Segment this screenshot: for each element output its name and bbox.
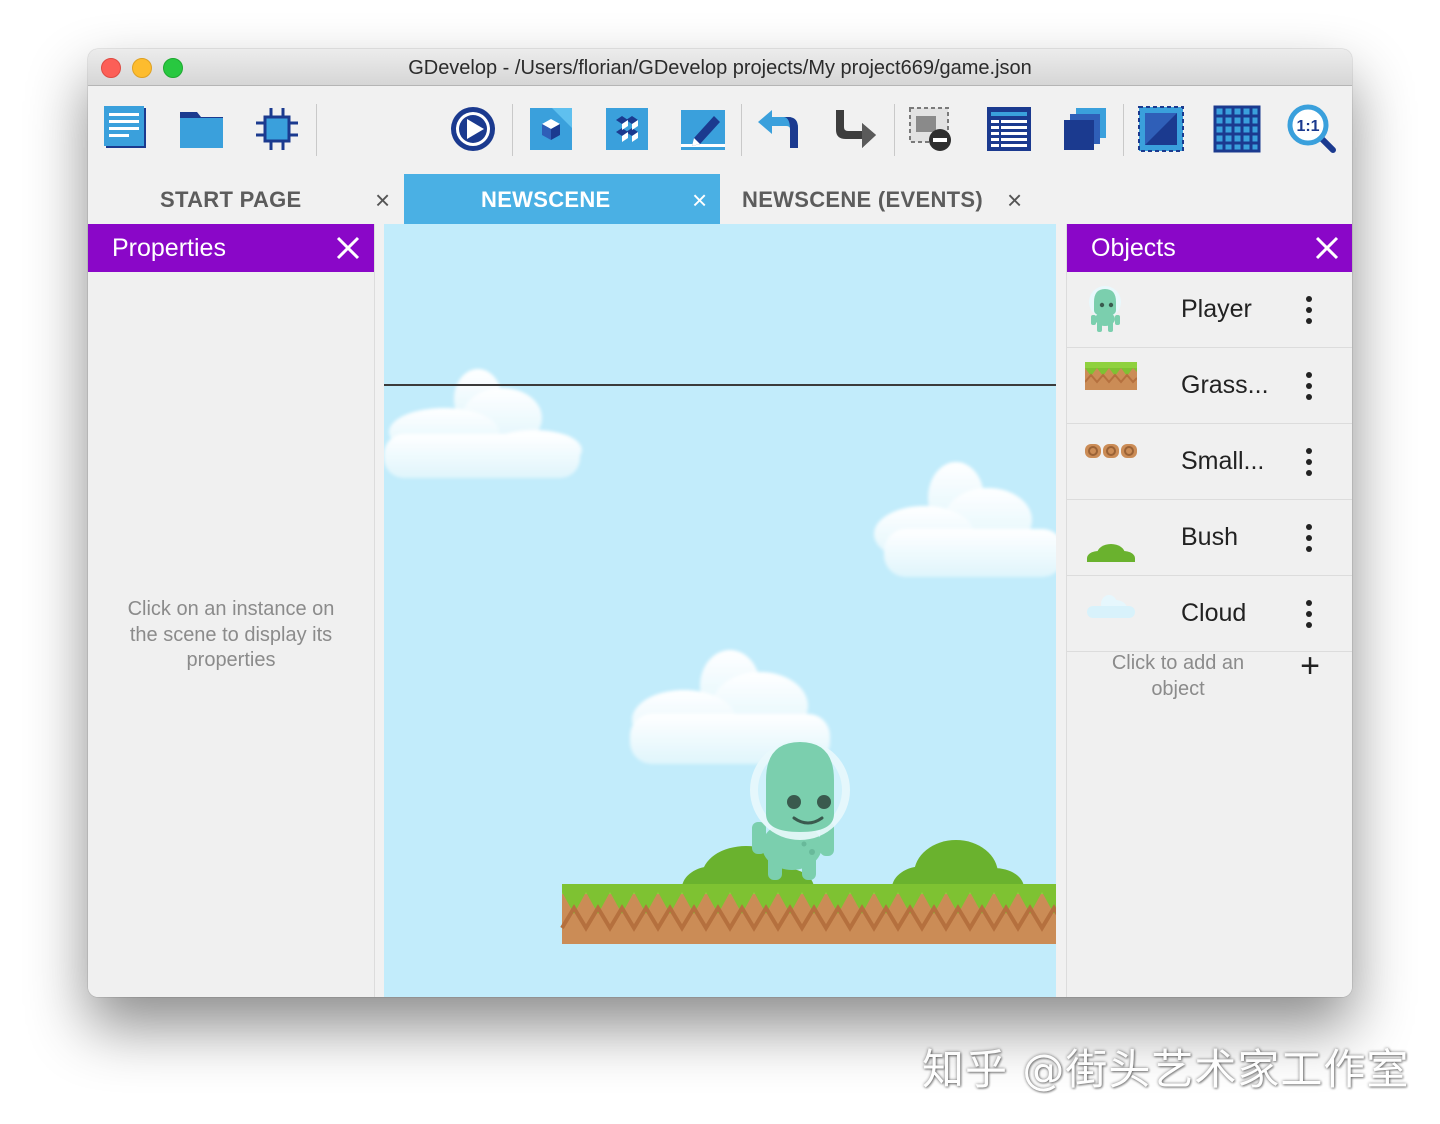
add-object-row[interactable]: Click to add an object + bbox=[1067, 649, 1352, 731]
more-vert-icon[interactable] bbox=[1295, 370, 1323, 402]
zoom-reset-button[interactable]: 1:1 bbox=[1287, 104, 1337, 154]
window-mask-button[interactable] bbox=[1136, 104, 1186, 154]
tab-close-icon[interactable]: × bbox=[692, 174, 707, 224]
open-project-button[interactable] bbox=[177, 104, 227, 154]
events-button[interactable] bbox=[984, 104, 1034, 154]
properties-panel: Properties Click on an instance on the s… bbox=[88, 224, 375, 997]
grass-platform-sprite[interactable] bbox=[560, 884, 1056, 944]
tab-close-icon[interactable]: × bbox=[1007, 174, 1022, 224]
toolbar-separator bbox=[741, 104, 742, 156]
zoom-reset-icon: 1:1 bbox=[1287, 104, 1336, 153]
undo-button[interactable] bbox=[754, 104, 804, 154]
delete-instance-icon bbox=[909, 107, 951, 151]
edit-object-icon bbox=[681, 110, 725, 150]
properties-title: Properties bbox=[112, 234, 226, 262]
tab-label: NEWSCENE (EVENTS) bbox=[742, 187, 984, 212]
list-item-cloud[interactable]: Cloud bbox=[1067, 576, 1352, 652]
scene-canvas[interactable] bbox=[384, 224, 1056, 997]
add-object-hint: Click to add an object bbox=[1111, 652, 1245, 700]
preview-play-icon bbox=[451, 107, 495, 151]
window-mask-icon bbox=[1138, 106, 1184, 152]
object-name: Grass... bbox=[1181, 371, 1269, 399]
preview-button[interactable] bbox=[448, 104, 498, 154]
object-name: Cloud bbox=[1181, 599, 1247, 627]
close-icon[interactable] bbox=[1313, 234, 1341, 262]
layers-button[interactable] bbox=[1060, 104, 1110, 154]
debug-button[interactable] bbox=[252, 104, 302, 154]
layers-icon bbox=[1064, 108, 1106, 150]
cloud-icon bbox=[1085, 590, 1137, 638]
redo-button[interactable] bbox=[830, 104, 880, 154]
window-title: GDevelop - /Users/florian/GDevelop proje… bbox=[408, 57, 1032, 79]
toolbar-separator bbox=[316, 104, 317, 156]
instances-editor-icon bbox=[606, 108, 648, 150]
tab-label: START PAGE bbox=[160, 187, 302, 212]
more-vert-icon[interactable] bbox=[1295, 446, 1323, 478]
grid-icon bbox=[1213, 105, 1261, 153]
scene-editor-icon bbox=[530, 108, 572, 150]
redo-icon bbox=[836, 110, 876, 148]
tab-start-page[interactable]: START PAGE × bbox=[88, 174, 404, 224]
objects-title: Objects bbox=[1091, 234, 1176, 262]
undo-icon bbox=[758, 110, 798, 148]
tab-newscene[interactable]: NEWSCENE × bbox=[404, 174, 720, 224]
tab-label: NEWSCENE bbox=[481, 187, 611, 212]
properties-empty-hint: Click on an instance on the scene to dis… bbox=[127, 598, 335, 671]
project-manager-icon bbox=[104, 106, 146, 148]
list-item-player[interactable]: Player bbox=[1067, 272, 1352, 348]
toolbar-separator bbox=[894, 104, 895, 156]
grass-tile-icon bbox=[1085, 362, 1137, 410]
title-bar[interactable]: GDevelop - /Users/florian/GDevelop proje… bbox=[88, 49, 1352, 86]
zoom-level-label: 1:1 bbox=[1296, 118, 1319, 135]
scene-artwork bbox=[384, 369, 1056, 944]
tab-newscene-events[interactable]: NEWSCENE (EVENTS) × bbox=[720, 174, 1040, 224]
app-window: GDevelop - /Users/florian/GDevelop proje… bbox=[88, 49, 1352, 997]
main-toolbar: 1:1 bbox=[88, 86, 1352, 176]
grid-button[interactable] bbox=[1212, 104, 1262, 154]
object-name: Player bbox=[1181, 295, 1252, 323]
list-item-small[interactable]: Small... bbox=[1067, 424, 1352, 500]
add-icon[interactable]: + bbox=[1295, 649, 1325, 683]
instances-button[interactable] bbox=[602, 104, 652, 154]
object-name: Bush bbox=[1181, 523, 1238, 551]
scene-editor-button[interactable] bbox=[526, 104, 576, 154]
events-list-icon bbox=[987, 107, 1031, 151]
delete-instance-button[interactable] bbox=[906, 104, 956, 154]
bush-icon bbox=[1085, 514, 1137, 562]
object-name: Small... bbox=[1181, 447, 1265, 475]
toolbar-separator bbox=[1123, 104, 1124, 156]
editor-tabs: START PAGE × NEWSCENE × NEWSCENE (EVENTS… bbox=[88, 174, 1352, 224]
watermark-text: 知乎 @街头艺术家工作室 bbox=[922, 1045, 1410, 1094]
close-icon[interactable] bbox=[334, 234, 362, 262]
small-platform-icon bbox=[1085, 438, 1137, 486]
player-sprite-icon bbox=[1085, 286, 1137, 334]
objects-list: Player Grass... Small... Bush Cloud bbox=[1067, 272, 1352, 652]
objects-panel: Objects Player Grass... Small... Bush Cl… bbox=[1066, 224, 1352, 997]
list-item-bush[interactable]: Bush bbox=[1067, 500, 1352, 576]
project-manager-button[interactable] bbox=[102, 104, 152, 154]
tab-close-icon[interactable]: × bbox=[375, 174, 390, 224]
objects-header: Objects bbox=[1067, 224, 1352, 272]
list-item-grass[interactable]: Grass... bbox=[1067, 348, 1352, 424]
edit-object-button[interactable] bbox=[678, 104, 728, 154]
debug-chip-icon bbox=[256, 108, 298, 150]
more-vert-icon[interactable] bbox=[1295, 598, 1323, 630]
cloud-sprite[interactable] bbox=[874, 462, 1056, 577]
open-folder-icon bbox=[180, 112, 223, 148]
more-vert-icon[interactable] bbox=[1295, 522, 1323, 554]
toolbar-separator bbox=[512, 104, 513, 156]
properties-header: Properties bbox=[88, 224, 374, 272]
more-vert-icon[interactable] bbox=[1295, 294, 1323, 326]
